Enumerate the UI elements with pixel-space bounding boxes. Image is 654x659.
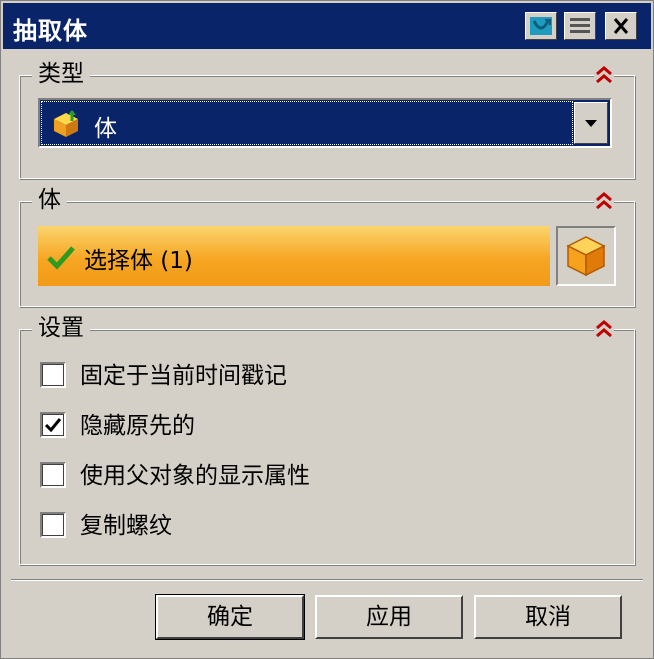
body-collapse-button[interactable] [594,190,614,212]
menu-icon [570,18,590,33]
cancel-button[interactable]: 取消 [474,595,622,639]
reset-icon [530,17,552,35]
body-group-title: 体 [32,186,67,214]
double-chevron-up-icon [596,192,612,210]
select-body-button[interactable] [556,226,616,286]
select-body-label: 选择体 (1) [84,248,193,274]
dialog-window: 抽取体 类型 体 体 选择体 (1) 设置 固定于当前时间戳记 隐藏原先的 使用… [0,0,654,659]
checkmark-icon [44,418,62,433]
settings-group-title: 设置 [32,314,90,342]
type-combo-value: 体 [94,116,117,142]
green-check-icon [47,246,75,270]
title-bar[interactable]: 抽取体 [3,3,651,49]
option-label: 复制螺纹 [80,513,172,539]
checkbox-copy-threads[interactable] [40,512,66,538]
ok-button[interactable]: 确定 [155,594,305,640]
reset-button[interactable] [525,12,557,40]
chevron-down-icon [585,120,597,127]
double-chevron-up-icon [596,66,612,84]
select-body-bar[interactable]: 选择体 (1) [38,226,550,286]
type-group: 类型 体 [19,60,635,179]
option-label: 使用父对象的显示属性 [80,463,310,489]
window-title: 抽取体 [13,17,88,45]
combo-focus [41,101,573,145]
option-label: 隐藏原先的 [80,413,195,439]
close-icon [613,18,629,34]
settings-group: 设置 固定于当前时间戳记 隐藏原先的 使用父对象的显示属性 复制螺纹 [19,314,635,565]
body-extract-icon [54,110,78,137]
close-button[interactable] [605,12,637,40]
orange-cube-icon [566,236,606,277]
body-group: 体 选择体 (1) [19,186,635,307]
type-combo[interactable]: 体 [38,98,612,148]
double-chevron-up-icon [596,320,612,338]
settings-collapse-button[interactable] [594,318,614,340]
menu-button[interactable] [564,12,596,40]
type-group-title: 类型 [32,60,90,88]
option-label: 固定于当前时间戳记 [80,363,287,389]
checkbox-hide-original[interactable] [40,412,66,438]
type-collapse-button[interactable] [594,64,614,86]
checkbox-parent-display[interactable] [40,462,66,488]
combo-dropdown-button[interactable] [574,102,608,144]
checkbox-fix-timestamp[interactable] [40,362,66,388]
apply-button[interactable]: 应用 [315,595,463,639]
footer-separator [11,579,643,581]
